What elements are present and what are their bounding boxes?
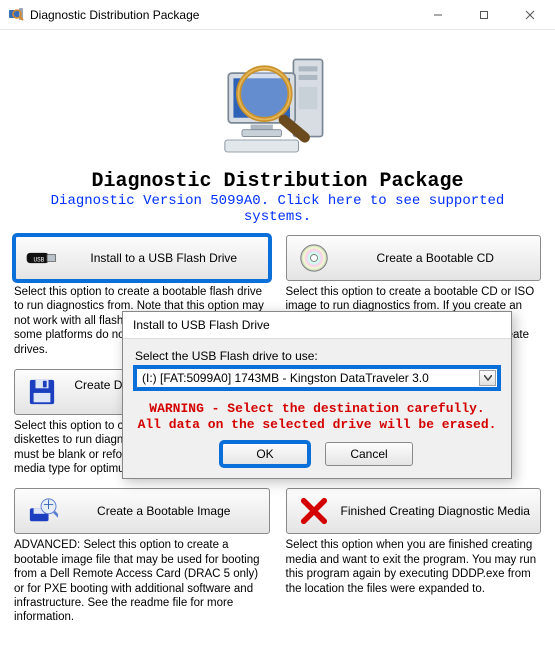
cancel-button-label: Cancel (350, 447, 387, 461)
drive-select[interactable]: (I:) [FAT:5099A0] 1743MB - Kingston Data… (135, 367, 499, 389)
image-file-icon (25, 494, 59, 528)
dialog-warning: WARNING - Select the destination careful… (135, 401, 499, 434)
version-link[interactable]: Diagnostic Version 5099A0. Click here to… (14, 193, 541, 225)
minimize-button[interactable] (415, 0, 461, 30)
window-title: Diagnostic Distribution Package (30, 8, 415, 22)
create-image-label: Create a Bootable Image (69, 504, 259, 518)
cd-icon (297, 241, 331, 275)
install-usb-button[interactable]: USB Install to a USB Flash Drive (14, 235, 270, 281)
ok-button[interactable]: OK (221, 442, 309, 466)
create-cd-button[interactable]: Create a Bootable CD (286, 235, 542, 281)
hero-illustration (14, 38, 541, 168)
usb-drive-icon: USB (25, 241, 59, 275)
finished-label: Finished Creating Diagnostic Media (341, 504, 531, 518)
app-icon (8, 7, 24, 23)
create-image-desc: ADVANCED: Select this option to create a… (14, 538, 270, 624)
maximize-button[interactable] (461, 0, 507, 30)
create-image-button[interactable]: Create a Bootable Image (14, 488, 270, 534)
close-button[interactable] (507, 0, 553, 30)
ok-button-label: OK (256, 447, 273, 461)
window-controls (415, 0, 553, 30)
cancel-button[interactable]: Cancel (325, 442, 413, 466)
finished-desc: Select this option when you are finished… (286, 538, 542, 596)
chevron-down-icon[interactable] (479, 370, 496, 386)
page-title: Diagnostic Distribution Package (14, 170, 541, 193)
install-usb-label: Install to a USB Flash Drive (69, 251, 259, 265)
usb-select-dialog: Install to USB Flash Drive Select the US… (122, 311, 512, 479)
drive-select-value: (I:) [FAT:5099A0] 1743MB - Kingston Data… (142, 371, 429, 385)
svg-text:USB: USB (34, 256, 45, 263)
diskette-icon (25, 375, 59, 409)
titlebar: Diagnostic Distribution Package (0, 0, 555, 30)
create-cd-label: Create a Bootable CD (341, 251, 531, 265)
close-x-icon (297, 494, 331, 528)
dialog-prompt: Select the USB Flash drive to use: (135, 349, 499, 363)
finished-button[interactable]: Finished Creating Diagnostic Media (286, 488, 542, 534)
dialog-title: Install to USB Flash Drive (123, 312, 511, 339)
